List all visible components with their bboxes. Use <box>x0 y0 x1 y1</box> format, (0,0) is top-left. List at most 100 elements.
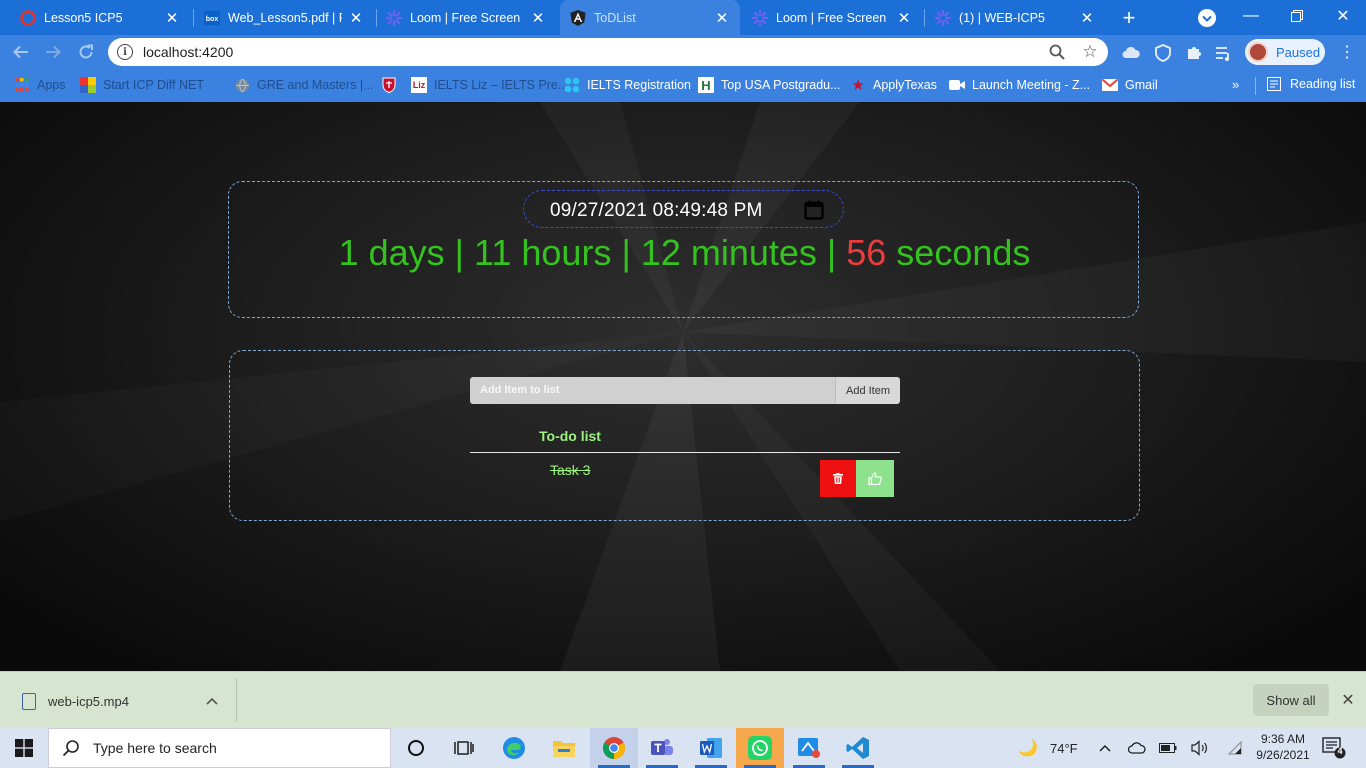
zoom-icon[interactable] <box>1048 43 1066 61</box>
window-close-button[interactable]: ✕ <box>1320 0 1366 32</box>
browser-tab-strip: Lesson5 ICP5 ✕ box Web_Lesson5.pdf | Po … <box>0 0 1366 35</box>
bookmark-label: Launch Meeting - Z... <box>972 78 1091 92</box>
onedrive-icon[interactable] <box>1128 739 1146 757</box>
show-all-button[interactable]: Show all <box>1253 684 1329 716</box>
forward-button[interactable] <box>40 39 66 65</box>
address-text[interactable]: localhost:4200 <box>143 44 233 60</box>
bookmark-top-usa[interactable]: H Top USA Postgradu... <box>698 75 841 95</box>
countdown-days: 1 days | <box>338 232 475 273</box>
loom-icon <box>752 9 768 26</box>
bookmark-gre[interactable]: GRE and Masters |... <box>234 75 373 95</box>
minimize-button[interactable]: — <box>1228 0 1274 32</box>
star-icon: ★ <box>851 77 865 94</box>
windows-logo-icon <box>15 739 33 757</box>
taskbar-file-explorer[interactable] <box>540 728 588 768</box>
bookmark-applytexas[interactable]: ★ ApplyTexas <box>850 75 937 95</box>
profile-button[interactable]: Paused <box>1245 39 1325 65</box>
taskbar-chrome[interactable] <box>590 728 638 768</box>
loom-icon <box>386 9 402 26</box>
opera-icon <box>20 9 36 26</box>
reading-list-button[interactable]: Reading list <box>1266 76 1355 92</box>
bookmark-zoom[interactable]: Launch Meeting - Z... <box>949 75 1090 95</box>
info-icon[interactable]: i <box>117 44 133 60</box>
bookmark-ielts-registration[interactable]: IELTS Registration <box>564 75 691 95</box>
vscode-icon <box>846 737 869 759</box>
bookmarks-overflow-button[interactable]: » <box>1232 77 1239 92</box>
add-item-button[interactable]: Add Item <box>835 377 900 404</box>
bookmark-start-icp[interactable]: Start ICP Diff NET <box>80 75 204 95</box>
download-file-name[interactable]: web-icp5.mp4 <box>48 694 202 709</box>
delete-task-button[interactable] <box>820 460 856 497</box>
close-icon[interactable]: ✕ <box>164 10 180 27</box>
close-icon[interactable]: ✕ <box>530 10 546 27</box>
clock-time: 9:36 AM <box>1260 732 1306 746</box>
tab-search-button[interactable] <box>1196 7 1218 29</box>
tab-loom-1[interactable]: Loom | Free Screen & ✕ <box>376 0 556 35</box>
close-icon[interactable]: ✕ <box>348 10 364 27</box>
add-item-placeholder: Add Item to list <box>480 384 560 396</box>
reload-button[interactable] <box>73 39 99 65</box>
tab-web-icp5[interactable]: (1) | WEB-ICP5 ✕ <box>925 0 1105 35</box>
bookmark-label: Gmail <box>1125 78 1158 92</box>
close-icon[interactable]: ✕ <box>896 10 912 27</box>
bookmark-label: IELTS Liz – IELTS Pre... <box>434 78 569 92</box>
countdown-display: 1 days | 11 hours | 12 minutes | 56 seco… <box>229 232 1140 274</box>
close-icon[interactable]: ✕ <box>1338 690 1358 710</box>
taskbar-word[interactable] <box>687 728 735 768</box>
tab-loom-2[interactable]: Loom | Free Screen & ✕ <box>742 0 922 35</box>
tab-todolist[interactable]: ToDList ✕ <box>560 0 740 35</box>
calendar-icon[interactable] <box>804 200 824 220</box>
complete-task-button[interactable] <box>856 460 894 497</box>
back-button[interactable] <box>8 39 34 65</box>
extension-cloud-icon[interactable] <box>1122 44 1140 62</box>
cortana-button[interactable] <box>392 728 440 768</box>
taskbar-search[interactable]: Type here to search <box>48 728 391 768</box>
colored-grid-icon <box>80 77 96 93</box>
puzzle-icon[interactable] <box>1185 44 1203 62</box>
datetime-value[interactable]: 09/27/2021 08:49:48 PM <box>550 200 763 222</box>
chevron-up-icon[interactable] <box>1096 739 1114 757</box>
bookmark-gmail[interactable]: Gmail <box>1102 75 1158 95</box>
system-clock[interactable]: 9:36 AM 9/26/2021 <box>1252 731 1314 763</box>
bookmark-ielts-liz[interactable]: Liz IELTS Liz – IELTS Pre... <box>411 75 568 95</box>
gmail-icon <box>1102 77 1118 93</box>
taskbar-vscode[interactable] <box>834 728 882 768</box>
download-item[interactable]: web-icp5.mp4 <box>14 684 236 718</box>
close-icon[interactable]: ✕ <box>714 10 730 27</box>
wifi-icon[interactable] <box>1225 739 1243 757</box>
datetime-input[interactable]: 09/27/2021 08:49:48 PM <box>523 190 844 228</box>
notification-center-button[interactable]: 4 <box>1322 737 1346 759</box>
taskbar-teams[interactable] <box>638 728 686 768</box>
bookmark-apps[interactable]: Apps <box>14 75 66 95</box>
list-title: To-do list <box>539 428 601 444</box>
restore-button[interactable] <box>1274 0 1320 32</box>
bookmark-star-icon[interactable]: ☆ <box>1080 42 1100 62</box>
loom-icon <box>935 9 951 26</box>
bookmark-crest[interactable] <box>381 75 404 95</box>
bookmark-label: Start ICP Diff NET <box>103 78 204 92</box>
reading-list-icon <box>1266 76 1282 92</box>
add-item-input[interactable]: Add Item to list <box>470 377 835 404</box>
more-menu-icon[interactable]: ⋮ <box>1338 43 1356 61</box>
task-view-button[interactable] <box>440 728 488 768</box>
chevron-up-icon[interactable] <box>202 691 222 711</box>
tab-lesson5-icp5[interactable]: Lesson5 ICP5 ✕ <box>10 0 190 35</box>
weather-widget[interactable]: 🌙 74°F <box>1018 738 1078 758</box>
close-icon[interactable]: ✕ <box>1079 10 1095 27</box>
volume-icon[interactable] <box>1191 739 1209 757</box>
tab-web-lesson5-pdf[interactable]: box Web_Lesson5.pdf | Po ✕ <box>194 0 374 35</box>
address-bar[interactable]: i localhost:4200 ☆ <box>108 38 1108 66</box>
todo-panel: Add Item to list Add Item To-do list Tas… <box>229 350 1140 521</box>
taskbar-whatsapp[interactable] <box>736 728 784 768</box>
browser-toolbar: i localhost:4200 ☆ Paused ⋮ <box>0 35 1366 69</box>
media-queue-icon[interactable] <box>1215 44 1233 62</box>
new-tab-button[interactable]: + <box>1116 5 1142 31</box>
reload-icon <box>79 44 93 59</box>
taskbar-snip[interactable] <box>785 728 833 768</box>
shield-icon[interactable] <box>1154 44 1172 62</box>
start-button[interactable] <box>0 728 48 768</box>
countdown-seconds-value: 56 <box>846 232 887 273</box>
ielts-icon <box>564 77 580 93</box>
battery-icon[interactable] <box>1159 739 1177 757</box>
taskbar-edge[interactable] <box>490 728 538 768</box>
